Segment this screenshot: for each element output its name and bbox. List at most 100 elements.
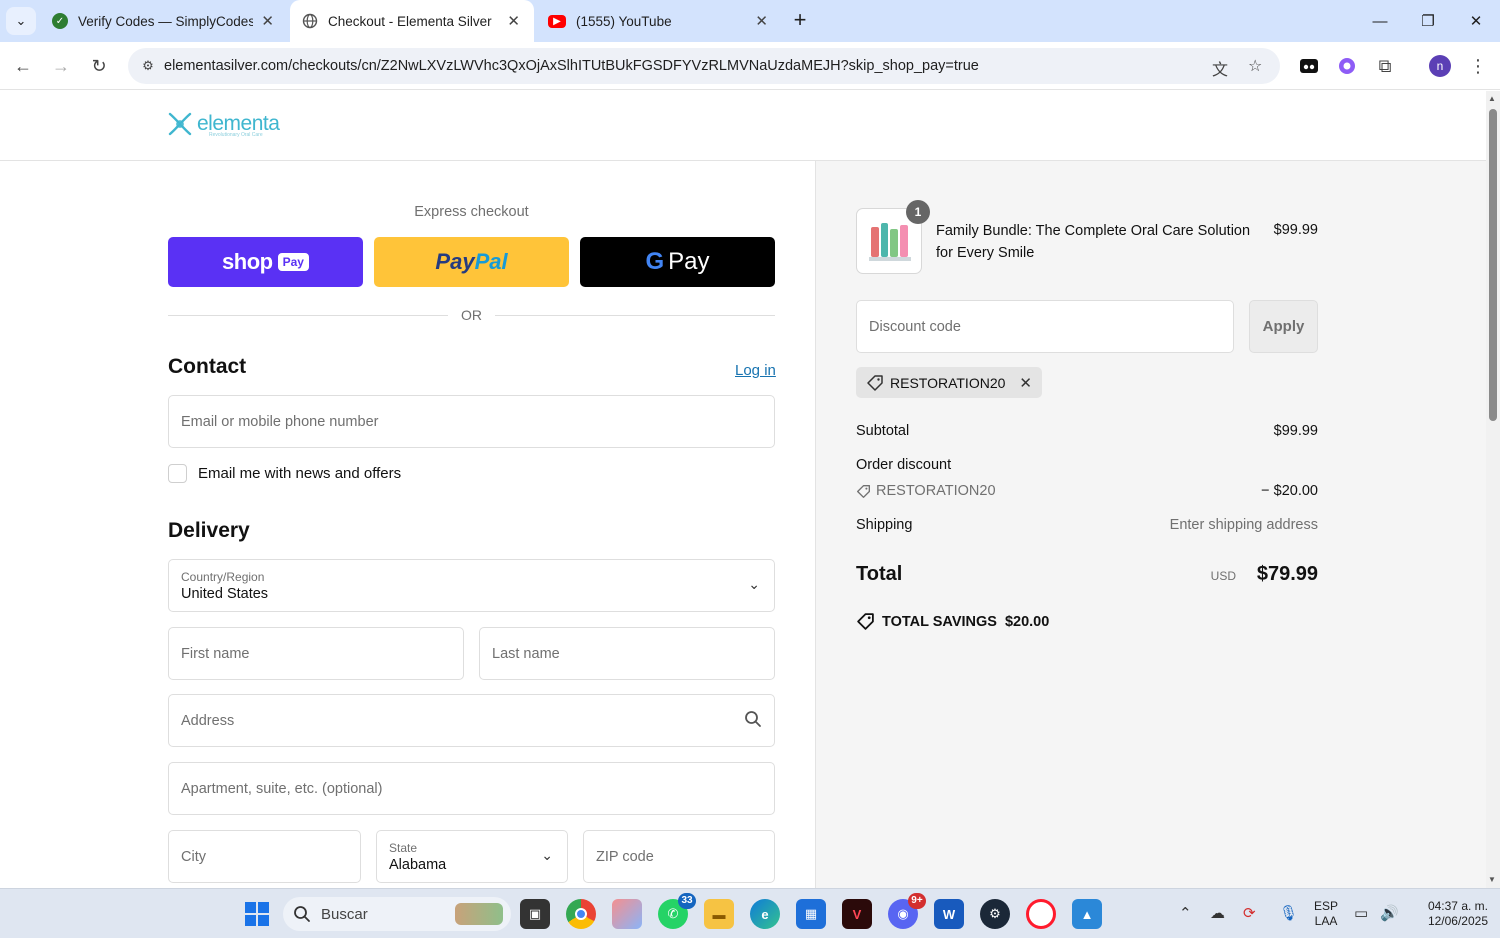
chrome-icon[interactable] xyxy=(566,899,596,929)
task-view-icon[interactable]: ▣ xyxy=(520,899,550,929)
remove-discount-icon[interactable]: ✕ xyxy=(1019,374,1032,392)
shop-pay-button[interactable]: shop Pay xyxy=(168,237,363,287)
profile-avatar[interactable]: n xyxy=(1426,52,1454,80)
newsletter-label: Email me with news and offers xyxy=(198,465,402,482)
login-link[interactable]: Log in xyxy=(735,362,776,379)
file-explorer-icon[interactable]: ▬ xyxy=(704,899,734,929)
onedrive-icon[interactable]: ☁ xyxy=(1210,904,1225,922)
shipping-row: Shipping Enter shipping address xyxy=(856,517,1318,533)
apartment-field[interactable]: Apartment, suite, etc. (optional) xyxy=(168,762,775,815)
newsletter-checkbox[interactable] xyxy=(168,464,187,483)
steam-icon[interactable]: ⚙ xyxy=(980,899,1010,929)
elementa-logo[interactable]: elementa Revolutionary Oral Care xyxy=(167,111,280,138)
savings-tag-icon xyxy=(857,613,874,630)
delivery-heading: Delivery xyxy=(168,519,250,542)
taskbar-search[interactable]: Buscar xyxy=(283,897,511,931)
volume-icon[interactable]: 🔊 xyxy=(1380,904,1399,922)
discord-icon[interactable]: ◉ 9+ xyxy=(888,893,926,929)
url-text[interactable]: elementasilver.com/checkouts/cn/Z2NwLXVz… xyxy=(164,58,979,74)
google-pay-button[interactable]: G Pay xyxy=(580,237,775,287)
browser-menu-icon[interactable]: ⋮ xyxy=(1464,52,1492,80)
new-tab-button[interactable]: + xyxy=(788,9,812,33)
tag-icon xyxy=(857,484,870,498)
store-icon[interactable]: ▦ xyxy=(796,899,826,929)
tab-checkout[interactable]: Checkout - Elementa Silver ✕ xyxy=(290,0,534,42)
order-discount-row: Order discount xyxy=(856,457,952,473)
total-currency: USD xyxy=(1210,569,1236,583)
translate-icon[interactable]: 文 xyxy=(1212,56,1228,80)
close-tab-icon[interactable]: ✕ xyxy=(755,12,768,30)
last-name-field[interactable]: Last name xyxy=(479,627,775,680)
sync-icon[interactable]: ⟳ xyxy=(1243,904,1256,922)
discount-code-row: RESTORATION20 − $20.00 xyxy=(856,483,1318,503)
google-g-icon: G xyxy=(645,248,665,275)
close-window-button[interactable]: ✕ xyxy=(1452,0,1500,42)
scroll-thumb[interactable] xyxy=(1489,109,1497,421)
apply-discount-button[interactable]: Apply xyxy=(1249,300,1318,353)
youtube-icon: ▶ xyxy=(548,14,566,28)
site-settings-icon[interactable]: ⚙ xyxy=(132,58,164,74)
tab-youtube[interactable]: ▶ (1555) YouTube ✕ xyxy=(536,0,782,42)
show-hidden-icons-chevron[interactable]: ⌃ xyxy=(1179,904,1192,922)
close-tab-icon[interactable]: ✕ xyxy=(261,12,274,30)
discount-code-field[interactable]: Discount code xyxy=(856,300,1234,353)
photos-icon[interactable]: ▲ xyxy=(1072,899,1102,929)
extension-purple-icon[interactable] xyxy=(1333,52,1361,80)
address-field[interactable]: Address xyxy=(168,694,775,747)
email-field[interactable]: Email or mobile phone number xyxy=(168,395,775,448)
globe-icon xyxy=(302,13,318,29)
word-icon[interactable]: W xyxy=(934,899,964,929)
whatsapp-icon[interactable]: ✆ 33 xyxy=(658,893,696,929)
contact-heading: Contact xyxy=(168,355,247,378)
paypal-button[interactable]: PayPal xyxy=(374,237,569,287)
tab-search-button[interactable]: ⌄ xyxy=(6,7,36,35)
or-divider: OR xyxy=(168,307,775,325)
extensions-puzzle-icon[interactable]: ⧉ xyxy=(1371,52,1399,80)
total-savings: TOTAL SAVINGS $20.00 xyxy=(856,612,1049,631)
chevron-down-icon: ⌄ xyxy=(541,847,553,863)
tab-simplycodes[interactable]: ✓ Verify Codes — SimplyCodes ✕ xyxy=(40,0,288,42)
applied-discount-chip: RESTORATION20 ✕ xyxy=(856,367,1042,398)
edge-icon[interactable]: e xyxy=(750,899,780,929)
profile-initial: n xyxy=(1429,55,1451,77)
opera-icon[interactable] xyxy=(1026,899,1056,929)
subtotal-row: Subtotal $99.99 xyxy=(856,423,1318,439)
forward-button[interactable]: → xyxy=(47,52,75,80)
country-select[interactable]: Country/Region United States ⌄ xyxy=(168,559,775,612)
checkout-page: elementa Revolutionary Oral Care Express… xyxy=(0,91,1486,888)
store-header: elementa Revolutionary Oral Care xyxy=(0,91,1486,161)
back-button[interactable]: ← xyxy=(9,52,37,80)
microphone-icon[interactable]: 🎙 xyxy=(1279,904,1298,922)
valorant-icon[interactable]: V xyxy=(842,899,872,929)
close-tab-icon[interactable]: ✕ xyxy=(507,12,520,30)
windows-start-icon[interactable] xyxy=(242,899,272,929)
newsletter-checkbox-row[interactable]: Email me with news and offers xyxy=(168,464,401,483)
first-name-field[interactable]: First name xyxy=(168,627,464,680)
page-scrollbar[interactable]: ▲ ▼ xyxy=(1486,91,1500,888)
maximize-button[interactable]: ❐ xyxy=(1404,0,1452,42)
total-label: Total xyxy=(856,563,903,585)
scroll-down-arrow[interactable]: ▼ xyxy=(1488,875,1496,884)
reload-button[interactable]: ↻ xyxy=(85,52,113,80)
clock[interactable]: 04:37 a. m. 12/06/2025 xyxy=(1412,899,1488,929)
simplycodes-icon: ✓ xyxy=(52,13,68,29)
bookmark-star-icon[interactable]: ☆ xyxy=(1248,56,1262,76)
total-amount: $79.99 xyxy=(1256,563,1318,585)
minimize-button[interactable]: — xyxy=(1356,0,1404,42)
browser-tab-strip: ⌄ ✓ Verify Codes — SimplyCodes ✕ Checkou… xyxy=(0,0,1500,42)
chevron-down-icon: ⌄ xyxy=(748,576,760,592)
network-icon[interactable]: ▭ xyxy=(1354,904,1368,922)
extension-icon[interactable] xyxy=(1295,52,1323,80)
browser-toolbar: ← → ↻ ⚙ elementasilver.com/checkouts/cn/… xyxy=(0,42,1500,90)
product-price: $99.99 xyxy=(1273,222,1318,238)
search-icon xyxy=(744,710,762,733)
windows-taskbar: Buscar ▣ ✆ 33 ▬ e ▦ V ◉ 9+ W ⚙ ▲ ⌃ ☁ ⟳ 🎙 E… xyxy=(0,888,1500,938)
address-bar[interactable]: ⚙ elementasilver.com/checkouts/cn/Z2NwLX… xyxy=(128,48,1280,84)
city-field[interactable]: City xyxy=(168,830,361,883)
state-select[interactable]: State Alabama ⌄ xyxy=(376,830,568,883)
copilot-icon[interactable] xyxy=(612,899,642,929)
zip-field[interactable]: ZIP code xyxy=(583,830,775,883)
elementa-logo-icon xyxy=(168,112,192,136)
language-indicator[interactable]: ESP LAA xyxy=(1310,899,1342,929)
scroll-up-arrow[interactable]: ▲ xyxy=(1488,94,1496,103)
